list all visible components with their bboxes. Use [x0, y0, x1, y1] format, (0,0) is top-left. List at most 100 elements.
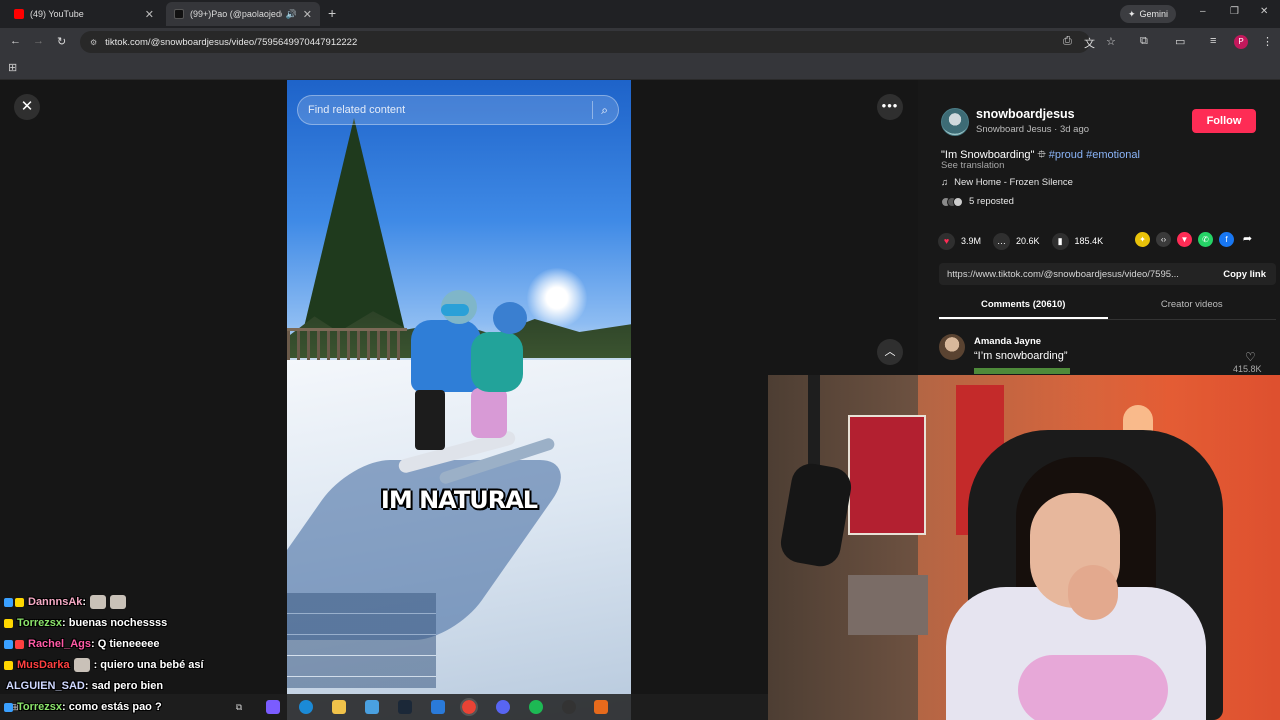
- copy-link-button[interactable]: Copy link: [1213, 269, 1276, 280]
- close-tab-icon[interactable]: ✕: [303, 8, 312, 21]
- share-arrow-icon[interactable]: ➦: [1240, 232, 1255, 247]
- comment-button[interactable]: … 20.6K: [993, 232, 1040, 250]
- url-text: tiktok.com/@snowboardjesus/video/7595649…: [105, 36, 358, 48]
- minimize-button[interactable]: –: [1200, 6, 1206, 17]
- more-options-button[interactable]: •••: [877, 94, 903, 120]
- bookmark-star-icon[interactable]: ☆: [1106, 35, 1116, 48]
- tab-comments[interactable]: Comments (20610): [939, 294, 1108, 319]
- forward-icon[interactable]: →: [33, 35, 44, 47]
- chat-message: DannnsAk :: [4, 593, 130, 611]
- browser-toolbar: ← → ↻ ⚙ tiktok.com/@snowboardjesus/video…: [0, 28, 1280, 56]
- split-view-icon[interactable]: ▭: [1175, 35, 1185, 48]
- commenter-name[interactable]: Amanda Jayne: [974, 336, 1041, 347]
- hashtag-link[interactable]: #proud: [1049, 149, 1083, 161]
- like-button[interactable]: ♥ 3.9M: [938, 232, 982, 250]
- back-icon[interactable]: ←: [10, 35, 21, 47]
- profile-avatar[interactable]: P: [1234, 35, 1248, 49]
- gemini-button[interactable]: ✦ Gemini: [1120, 5, 1177, 23]
- badge-icon: [15, 597, 24, 607]
- chat-text: : Q tieneeeee: [90, 638, 160, 650]
- bookmark-icon: ▮: [1051, 232, 1069, 250]
- chat-text: : sad pero bien: [84, 680, 164, 692]
- edge-icon[interactable]: [299, 700, 313, 714]
- streamer-hand: [1068, 565, 1118, 620]
- chrome-icon[interactable]: [460, 698, 478, 716]
- tab-creator-videos[interactable]: Creator videos: [1108, 294, 1277, 319]
- file-explorer-icon[interactable]: [332, 700, 346, 714]
- badge-icon: [4, 660, 13, 670]
- chat-background: [287, 593, 436, 688]
- share-link-field[interactable]: https://www.tiktok.com/@snowboardjesus/v…: [939, 263, 1276, 285]
- chat-message: Rachel_Ags : Q tieneeeee: [4, 635, 159, 653]
- share-options: ✦ ‹› ▼ ✆ f ➦: [1135, 232, 1261, 247]
- like-count: 3.9M: [961, 236, 982, 246]
- extensions-icon[interactable]: ⧉: [1140, 35, 1148, 48]
- music-note-icon: ♫: [941, 177, 949, 188]
- chat-username: Rachel_Ags: [28, 638, 91, 650]
- sun-glare: [527, 268, 587, 328]
- translate-icon[interactable]: 文: [1084, 35, 1095, 51]
- copilot-icon[interactable]: [266, 700, 280, 714]
- chat-message: ALGUIEN_SAD : sad pero bien: [4, 677, 163, 695]
- mic-arm: [808, 375, 820, 475]
- reload-icon[interactable]: ↻: [57, 35, 66, 48]
- site-info-icon[interactable]: ⚙: [90, 38, 97, 47]
- child-snowboarder: [457, 302, 527, 452]
- chat-text: : como estás pao ?: [62, 701, 162, 713]
- emote-icon: [73, 658, 90, 672]
- discord-icon[interactable]: [496, 700, 510, 714]
- install-app-icon[interactable]: ⎙: [1063, 35, 1072, 48]
- app-icon[interactable]: [594, 700, 608, 714]
- see-translation-link[interactable]: See translation: [941, 160, 1004, 171]
- tab-tiktok[interactable]: (99+)Pao (@paolaojedda) | 🔊 ✕: [166, 2, 320, 26]
- youtube-icon: [14, 9, 24, 19]
- tab-youtube[interactable]: (49) YouTube ✕: [6, 2, 162, 26]
- store-icon[interactable]: [365, 700, 379, 714]
- close-video-button[interactable]: ✕: [14, 94, 40, 120]
- task-view-icon[interactable]: ⧉: [232, 700, 246, 714]
- obs-icon[interactable]: [562, 700, 576, 714]
- new-tab-button[interactable]: +: [328, 5, 336, 21]
- search-icon[interactable]: ⌕: [601, 103, 608, 118]
- comment-like-icon[interactable]: ♡: [1245, 350, 1256, 364]
- music-link[interactable]: ♫ New Home - Frozen Silence: [941, 177, 1073, 188]
- chat-message: MusDarka : quiero una bebé así: [4, 656, 204, 674]
- close-window-button[interactable]: ✕: [1260, 6, 1268, 17]
- facebook-icon[interactable]: f: [1219, 232, 1234, 247]
- reposted-info[interactable]: 5 reposted: [941, 196, 1014, 207]
- address-bar[interactable]: ⚙ tiktok.com/@snowboardjesus/video/75956…: [80, 31, 1090, 53]
- pink-pillow: [1018, 655, 1168, 720]
- tab-title: (99+)Pao (@paolaojedda) |: [190, 9, 282, 19]
- creator-username[interactable]: snowboardjesus: [976, 107, 1075, 121]
- save-button[interactable]: ▮ 185.4K: [1051, 232, 1103, 250]
- audio-playing-icon[interactable]: 🔊: [286, 9, 297, 20]
- steam-icon[interactable]: [398, 700, 412, 714]
- engagement-bar: ♥ 3.9M … 20.6K ▮ 185.4K: [938, 232, 1115, 250]
- creator-avatar[interactable]: [941, 108, 969, 136]
- coin-icon[interactable]: ✦: [1135, 232, 1150, 247]
- spotify-icon[interactable]: [529, 700, 543, 714]
- apps-grid-icon[interactable]: ⊞: [8, 61, 17, 74]
- heart-icon: ♥: [938, 232, 955, 250]
- comment-attachment[interactable]: [974, 368, 1070, 374]
- reading-list-icon[interactable]: ≡: [1210, 35, 1216, 47]
- chat-username: ALGUIEN_SAD: [6, 680, 85, 692]
- previous-video-button[interactable]: ︿: [877, 339, 903, 365]
- hashtag-link[interactable]: #emotional: [1086, 149, 1140, 161]
- close-tab-icon[interactable]: ✕: [145, 8, 154, 21]
- comment-icon: …: [993, 232, 1011, 250]
- maximize-button[interactable]: ❐: [1230, 6, 1239, 17]
- bookmarks-bar: ⊞: [0, 56, 1280, 80]
- follow-button[interactable]: Follow: [1192, 109, 1256, 133]
- comment-like-count: 415.8K: [1233, 364, 1262, 374]
- app-icon[interactable]: [431, 700, 445, 714]
- whatsapp-icon[interactable]: ✆: [1198, 232, 1213, 247]
- related-search-input[interactable]: Find related content ⌕: [297, 95, 619, 125]
- menu-icon[interactable]: ⋮: [1262, 35, 1273, 48]
- chat-username: Torrezsx: [17, 617, 63, 629]
- badge-icon: [4, 639, 13, 649]
- send-icon[interactable]: ▼: [1177, 232, 1192, 247]
- commenter-avatar[interactable]: [939, 334, 965, 360]
- chat-message: Torrezsx : como estás pao ?: [4, 698, 162, 716]
- embed-icon[interactable]: ‹›: [1156, 232, 1171, 247]
